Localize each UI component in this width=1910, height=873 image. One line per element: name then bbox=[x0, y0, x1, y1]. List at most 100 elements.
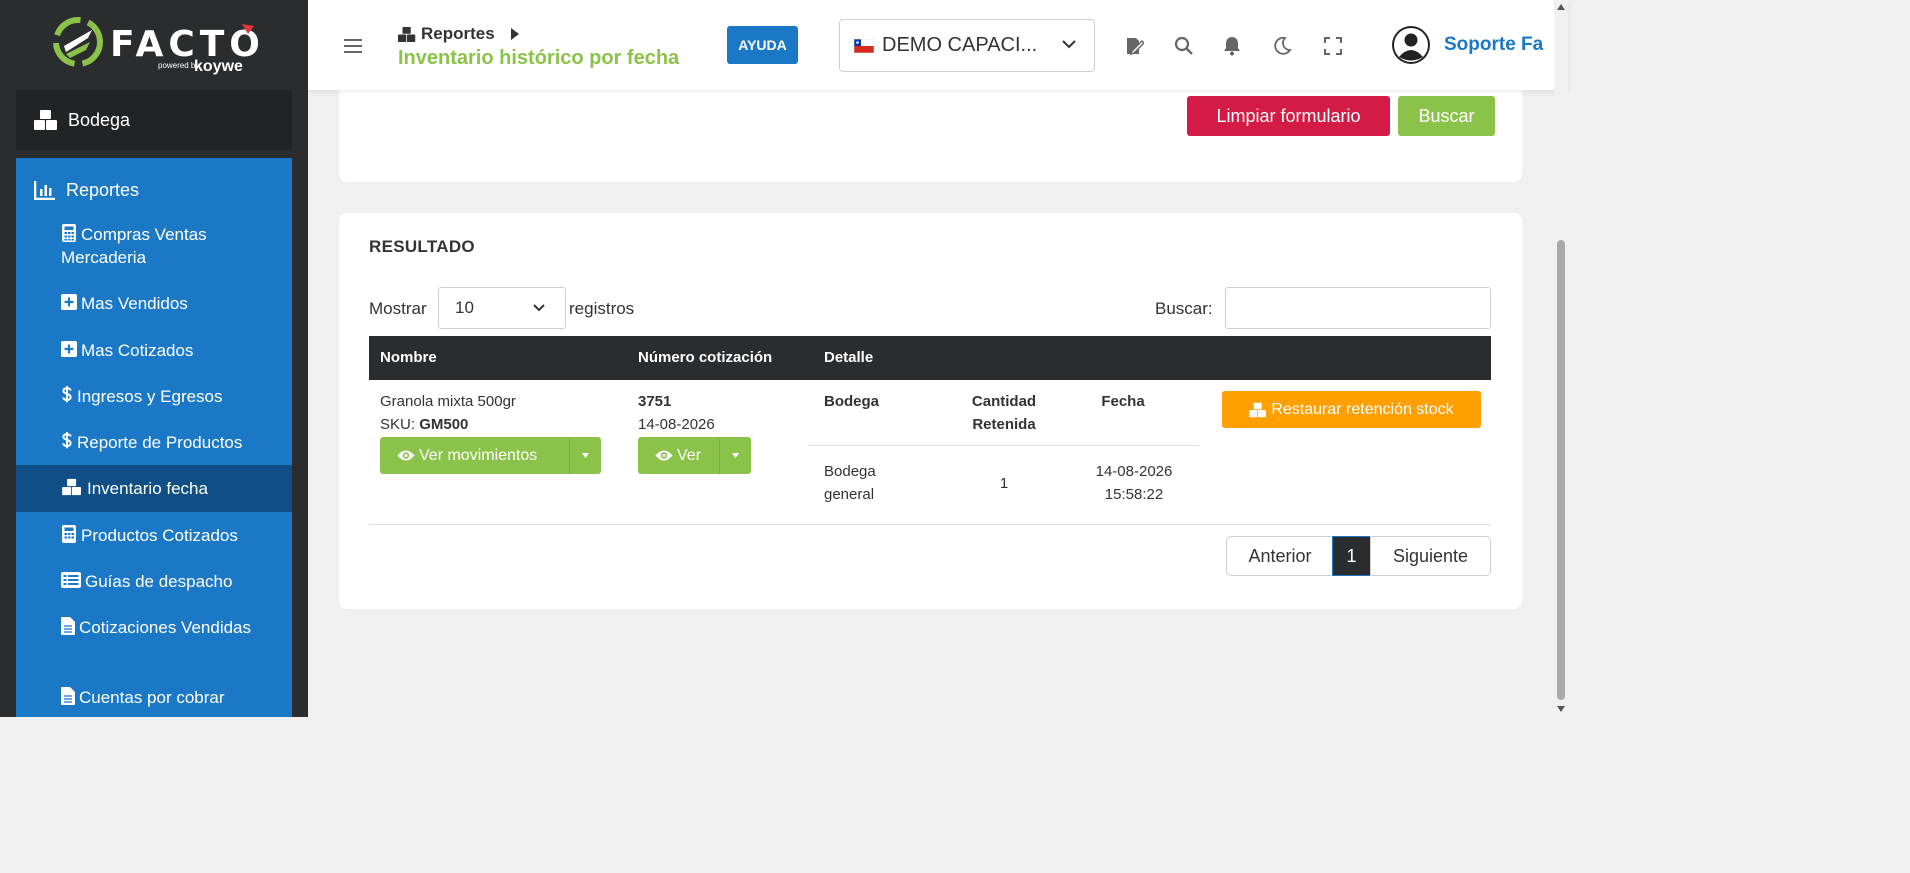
view-quote-button[interactable]: Ver bbox=[638, 437, 701, 474]
sidebar-item-label: Cuentas por cobrar bbox=[79, 688, 225, 707]
help-button[interactable]: AYUDA bbox=[727, 26, 798, 64]
detail-header-fecha: Fecha bbox=[1101, 393, 1145, 410]
result-card: RESULTADO Mostrar 10 registros Buscar: N… bbox=[339, 213, 1522, 609]
calculator-icon bbox=[62, 224, 76, 242]
sidebar-section-label: Reportes bbox=[66, 179, 140, 200]
list-icon bbox=[61, 572, 81, 588]
clear-form-button[interactable]: Limpiar formulario bbox=[1187, 96, 1390, 136]
fullscreen-icon[interactable] bbox=[1323, 36, 1343, 56]
sidebar-item-label: Ingresos y Egresos bbox=[77, 387, 223, 406]
column-header-detalle[interactable]: Detalle bbox=[824, 349, 873, 366]
company-select[interactable]: DEMO CAPACI... bbox=[839, 19, 1095, 72]
sidebar-item-bodega[interactable]: Bodega bbox=[16, 90, 292, 150]
dark-mode-moon-icon[interactable] bbox=[1272, 36, 1292, 56]
detail-header-bodega: Bodega bbox=[824, 393, 880, 410]
page-size-value: 10 bbox=[455, 298, 474, 317]
pagination-page-1[interactable]: 1 bbox=[1332, 536, 1371, 576]
detail-divider bbox=[808, 445, 1199, 446]
quote-number: 3751 bbox=[638, 393, 672, 410]
cubes-icon bbox=[34, 110, 57, 130]
chevron-down-icon bbox=[1062, 40, 1076, 49]
company-name: DEMO CAPACI... bbox=[882, 34, 1038, 56]
table-search-input[interactable] bbox=[1225, 287, 1491, 329]
cubes-icon bbox=[1249, 402, 1267, 417]
sidebar-item-label: Guías de despacho bbox=[85, 572, 233, 591]
sidebar-item-ingresos-egresos[interactable]: Ingresos y Egresos bbox=[16, 384, 292, 414]
detail-date: 14-08-2026 15:58:22 bbox=[1079, 460, 1189, 506]
sidebar-item-mas-cotizados[interactable]: Mas Cotizados bbox=[16, 338, 292, 368]
sidebar-item-guias-despacho[interactable]: Guías de despacho bbox=[16, 569, 292, 599]
bell-icon[interactable] bbox=[1222, 36, 1242, 56]
top-header: Reportes Inventario histórico por fecha … bbox=[308, 0, 1568, 90]
restore-stock-retention-button[interactable]: Restaurar retención stock bbox=[1222, 391, 1481, 428]
avatar[interactable] bbox=[1392, 26, 1430, 64]
sidebar-item-label: Compras Ventas Mercaderia bbox=[61, 225, 207, 267]
sku-value: GM500 bbox=[419, 416, 469, 433]
sidebar-item-label: Productos Cotizados bbox=[81, 526, 238, 545]
breadcrumb-reportes[interactable]: Reportes bbox=[421, 24, 495, 44]
sidebar-item-reporte-productos[interactable]: Reporte de Productos bbox=[16, 430, 292, 460]
calculator-icon bbox=[62, 525, 76, 543]
column-header-nombre[interactable]: Nombre bbox=[380, 349, 437, 366]
movements-dropdown-toggle[interactable] bbox=[569, 437, 601, 474]
plus-square-icon bbox=[61, 294, 77, 310]
scroll-up-arrow-icon[interactable] bbox=[1557, 4, 1565, 10]
page-scrollbar[interactable] bbox=[1554, 0, 1568, 717]
table-header: Nombre Número cotización Detalle bbox=[369, 336, 1491, 380]
plus-square-icon bbox=[61, 341, 77, 357]
search-icon[interactable] bbox=[1174, 36, 1194, 56]
product-name: Granola mixta 500gr bbox=[380, 393, 516, 410]
sidebar-item-label: Mas Cotizados bbox=[81, 341, 194, 360]
logo-accent-icon bbox=[242, 24, 254, 34]
sidebar-item-compras-ventas[interactable]: Compras Ventas Mercaderia bbox=[16, 222, 292, 270]
cubes-icon bbox=[398, 26, 416, 42]
sidebar-item-mas-vendidos[interactable]: Mas Vendidos bbox=[16, 291, 292, 321]
file-icon bbox=[61, 687, 75, 705]
quote-dropdown-toggle[interactable] bbox=[719, 437, 751, 474]
view-quote-split-button: Ver bbox=[638, 437, 751, 474]
chile-flag-icon bbox=[854, 38, 874, 53]
cubes-icon bbox=[62, 478, 81, 496]
sidebar-item-label: Bodega bbox=[68, 109, 131, 130]
sidebar-item-label: Reporte de Productos bbox=[77, 433, 243, 452]
eye-icon bbox=[655, 450, 673, 461]
detail-date-time: 15:58:22 bbox=[1104, 486, 1164, 503]
user-name[interactable]: Soporte Fa bbox=[1444, 34, 1543, 56]
show-label: Mostrar bbox=[369, 299, 427, 318]
chevron-down-icon bbox=[533, 304, 545, 312]
breadcrumb: Reportes bbox=[398, 24, 519, 44]
sidebar-item-label: Mas Vendidos bbox=[81, 294, 188, 313]
view-movements-label: Ver movimientos bbox=[419, 446, 538, 464]
page-size-select[interactable]: 10 bbox=[438, 287, 566, 329]
facto-logo-mark-icon bbox=[53, 17, 103, 67]
facto-logo[interactable]: FACTO powered by koywe bbox=[52, 14, 262, 80]
pagination-previous-button[interactable]: Anterior bbox=[1226, 536, 1334, 576]
sku-label: SKU: bbox=[380, 416, 416, 433]
file-icon bbox=[61, 617, 75, 635]
user-icon bbox=[1394, 28, 1428, 62]
sidebar-item-productos-cotizados[interactable]: Productos Cotizados bbox=[16, 523, 292, 553]
detail-warehouse: Bodega general bbox=[824, 463, 876, 503]
hamburger-menu-icon[interactable] bbox=[344, 38, 362, 54]
logo-koywe-text: koywe bbox=[194, 58, 243, 75]
search-button[interactable]: Buscar bbox=[1398, 96, 1495, 136]
sidebar-item-label: Cotizaciones Vendidas bbox=[79, 618, 252, 637]
column-header-numero-cotizacion[interactable]: Número cotización bbox=[638, 349, 772, 366]
dollar-icon bbox=[62, 432, 72, 449]
caret-down-icon bbox=[732, 453, 739, 458]
dollar-icon bbox=[62, 386, 72, 403]
sidebar-section-reportes[interactable]: Reportes bbox=[16, 172, 292, 208]
view-movements-split-button: Ver movimientos bbox=[380, 437, 601, 474]
scroll-down-arrow-icon[interactable] bbox=[1557, 706, 1565, 712]
sidebar-item-cuentas-cobrar[interactable]: Cuentas por cobrar bbox=[16, 685, 292, 715]
sidebar-item-cotizaciones-vendidas[interactable]: Cotizaciones Vendidas bbox=[16, 615, 292, 663]
sidebar: FACTO powered by koywe Bodega Reportes C… bbox=[0, 0, 308, 717]
sidebar-item-label: Inventario fecha bbox=[87, 479, 208, 498]
edit-document-icon[interactable] bbox=[1124, 36, 1144, 56]
scrollbar-thumb[interactable] bbox=[1557, 240, 1565, 700]
view-movements-button[interactable]: Ver movimientos bbox=[380, 437, 537, 474]
pagination-next-button[interactable]: Siguiente bbox=[1370, 536, 1491, 576]
product-sku: SKU: GM500 bbox=[380, 416, 468, 433]
sidebar-item-inventario-fecha[interactable]: Inventario fecha bbox=[16, 465, 292, 512]
reportes-menu: Reportes Compras Ventas Mercaderia Mas V… bbox=[16, 158, 292, 717]
